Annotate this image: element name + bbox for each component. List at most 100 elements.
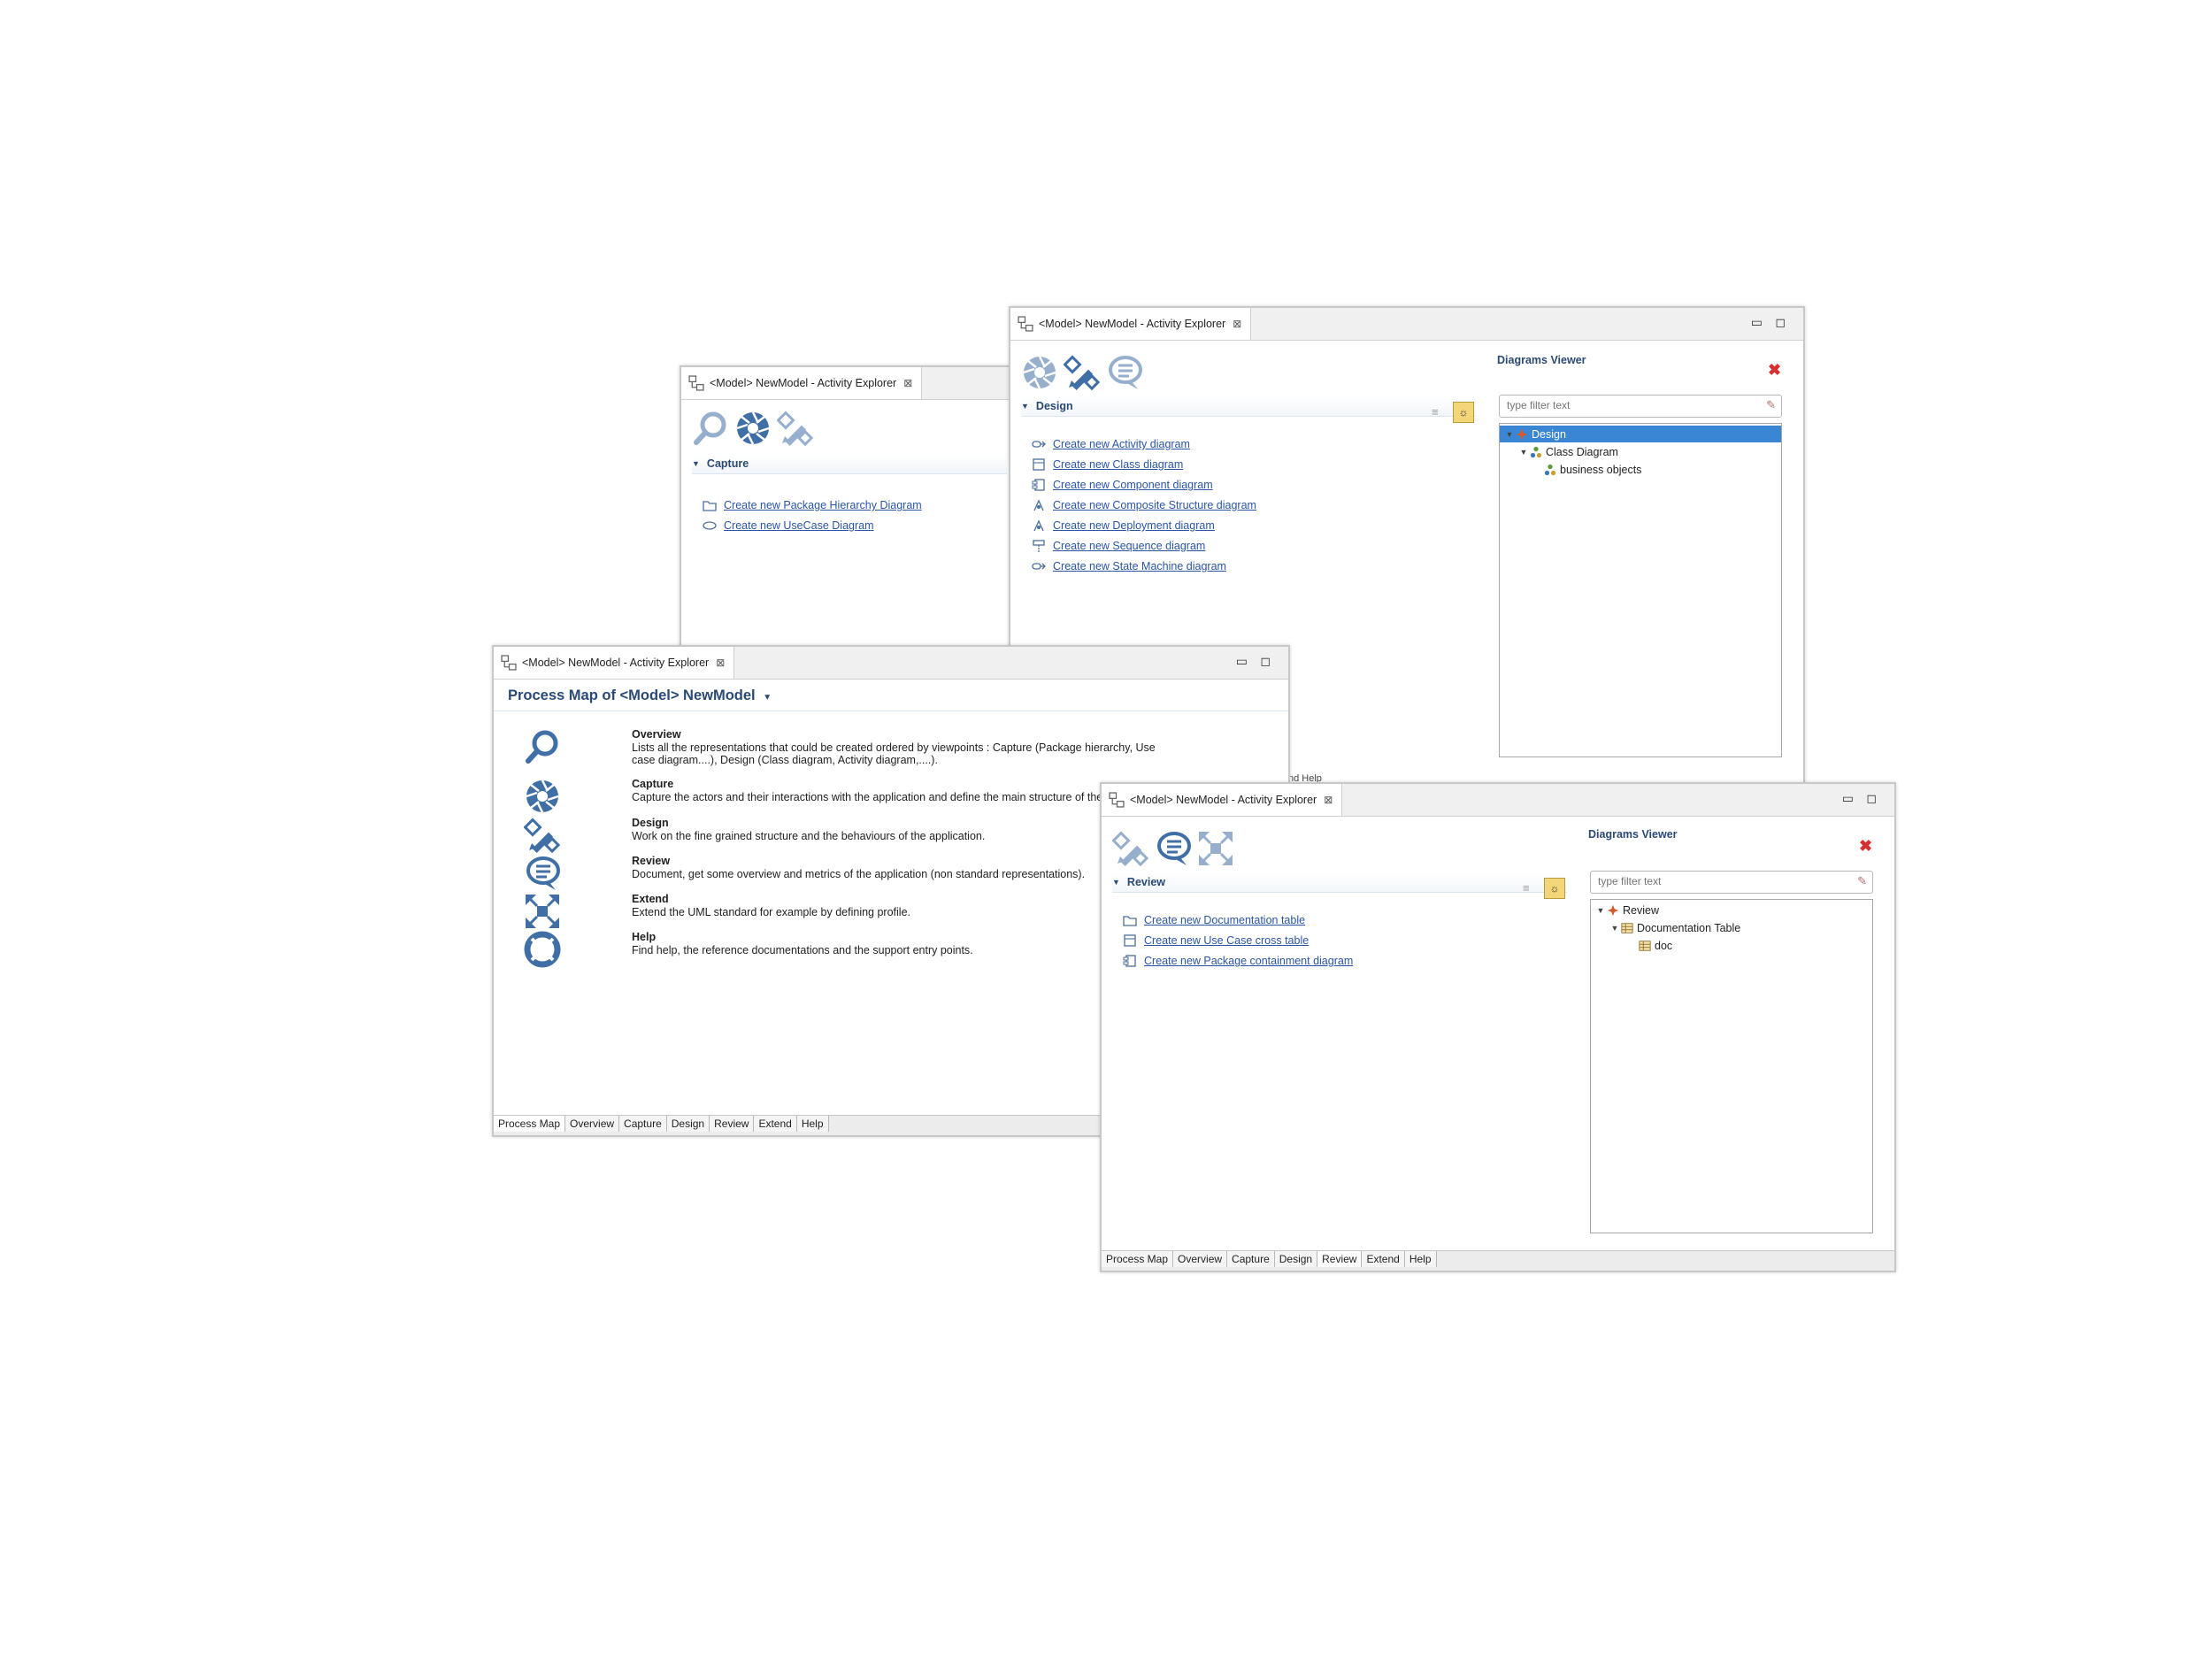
capture-section-header[interactable]: ▼ Capture: [692, 454, 1007, 474]
tab-design[interactable]: Design: [666, 1116, 710, 1132]
maximize-icon[interactable]: ◻: [1260, 654, 1271, 669]
capture-editor-tab[interactable]: <Model> NewModel - Activity Explorer ⊠: [681, 367, 923, 399]
close-icon[interactable]: ⊠: [716, 657, 725, 669]
create-usecase-link[interactable]: Create new UseCase Diagram: [724, 519, 874, 532]
aperture-icon[interactable]: [524, 778, 561, 815]
pencil-ruler-icon[interactable]: [524, 817, 561, 854]
capture-link-usecase[interactable]: Create new UseCase Diagram: [703, 518, 874, 533]
create-activity-link[interactable]: Create new Activity diagram: [1053, 438, 1190, 450]
lifebuoy-icon[interactable]: [524, 931, 561, 968]
design-filter-field[interactable]: ✎: [1499, 395, 1782, 418]
maximize-icon[interactable]: ◻: [1775, 315, 1786, 330]
tree-node-class-diagram[interactable]: ▼ Class Diagram: [1500, 443, 1781, 460]
tab-review[interactable]: Review: [1317, 1251, 1363, 1267]
close-icon[interactable]: ⊠: [1233, 318, 1241, 330]
list-view-icon[interactable]: ≡: [1523, 881, 1530, 895]
review-diagram-tree[interactable]: ▼ Review ▼ Documentation Table doc: [1590, 899, 1873, 1233]
review-filter-field[interactable]: ✎: [1590, 871, 1873, 894]
maximize-icon[interactable]: ◻: [1866, 791, 1877, 806]
aperture-icon[interactable]: [734, 410, 772, 447]
review-editor-tab[interactable]: <Model> NewModel - Activity Explorer ⊠: [1102, 784, 1343, 816]
expand-triangle-icon[interactable]: ▼: [1609, 924, 1621, 933]
tab-process-map[interactable]: Process Map: [1102, 1251, 1174, 1267]
design-link-class[interactable]: Create new Class diagram: [1032, 457, 1183, 472]
minimize-icon[interactable]: ▭: [1842, 791, 1854, 806]
tab-capture[interactable]: Capture: [1227, 1251, 1275, 1267]
magnifier-icon[interactable]: [692, 410, 729, 447]
list-view-icon[interactable]: ≡: [1432, 405, 1439, 419]
tree-node-review[interactable]: ▼ Review: [1591, 902, 1872, 918]
review-link-package-containment[interactable]: Create new Package containment diagram: [1123, 954, 1353, 968]
design-link-sequence[interactable]: Create new Sequence diagram: [1032, 539, 1205, 553]
process-item-overview[interactable]: Overview Lists all the representations t…: [524, 728, 1279, 767]
design-link-deployment[interactable]: Create new Deployment diagram: [1032, 518, 1215, 533]
close-viewer-icon[interactable]: ✖: [1859, 837, 1872, 856]
tab-overview[interactable]: Overview: [565, 1116, 620, 1132]
tree-node-business-objects[interactable]: business objects: [1500, 461, 1781, 478]
design-section-header[interactable]: ▼ Design: [1021, 396, 1476, 417]
chevron-down-icon[interactable]: ▼: [763, 693, 772, 703]
expand-triangle-icon[interactable]: ▼: [1517, 448, 1530, 457]
tab-help[interactable]: Help: [796, 1116, 829, 1132]
aperture-icon[interactable]: [1021, 354, 1058, 391]
create-sequence-link[interactable]: Create new Sequence diagram: [1053, 540, 1205, 552]
tree-node-design[interactable]: ▼ Design: [1500, 426, 1781, 442]
create-usecase-cross-table-link[interactable]: Create new Use Case cross table: [1144, 934, 1309, 947]
tree-node-doc[interactable]: doc: [1591, 937, 1872, 954]
expand-arrows-icon[interactable]: [1197, 830, 1234, 867]
tab-capture[interactable]: Capture: [619, 1116, 667, 1132]
create-composite-link[interactable]: Create new Composite Structure diagram: [1053, 499, 1256, 511]
clear-filter-icon[interactable]: ✎: [1766, 398, 1776, 412]
create-statemachine-link[interactable]: Create new State Machine diagram: [1053, 560, 1226, 572]
magnifier-icon[interactable]: [524, 728, 561, 765]
design-diagram-tree[interactable]: ▼ Design ▼ Class Diagram business object…: [1499, 423, 1782, 757]
design-editor-tab[interactable]: <Model> NewModel - Activity Explorer ⊠: [1010, 308, 1252, 340]
review-section-header[interactable]: ▼ Review: [1112, 872, 1567, 893]
speech-bubble-icon[interactable]: [524, 855, 561, 892]
close-viewer-icon[interactable]: ✖: [1768, 361, 1781, 380]
speech-bubble-icon[interactable]: [1106, 354, 1143, 391]
capture-link-package-hierarchy[interactable]: Create new Package Hierarchy Diagram: [703, 498, 922, 512]
tab-extend[interactable]: Extend: [754, 1116, 797, 1132]
tree-node-documentation-table[interactable]: ▼ Documentation Table: [1591, 919, 1872, 936]
tab-overview[interactable]: Overview: [1173, 1251, 1228, 1267]
design-link-activity[interactable]: Create new Activity diagram: [1032, 437, 1190, 451]
create-deployment-link[interactable]: Create new Deployment diagram: [1053, 519, 1215, 532]
collapse-triangle-icon[interactable]: ▼: [692, 459, 700, 468]
minimize-icon[interactable]: ▭: [1236, 654, 1248, 669]
filter-toggle-icon[interactable]: ☼: [1544, 878, 1565, 899]
expand-arrows-icon[interactable]: [524, 893, 561, 930]
review-link-usecase-cross[interactable]: Create new Use Case cross table: [1123, 933, 1309, 948]
create-package-hierarchy-link[interactable]: Create new Package Hierarchy Diagram: [724, 499, 922, 511]
expand-triangle-icon[interactable]: ▼: [1503, 430, 1516, 439]
create-component-link[interactable]: Create new Component diagram: [1053, 479, 1213, 491]
filter-toggle-icon[interactable]: ☼: [1453, 402, 1474, 423]
create-documentation-table-link[interactable]: Create new Documentation table: [1144, 914, 1305, 926]
create-package-containment-link[interactable]: Create new Package containment diagram: [1144, 955, 1353, 967]
create-class-link[interactable]: Create new Class diagram: [1053, 458, 1183, 471]
collapse-triangle-icon[interactable]: ▼: [1021, 402, 1029, 411]
review-link-documentation[interactable]: Create new Documentation table: [1123, 913, 1305, 927]
pencil-ruler-icon[interactable]: [1112, 830, 1149, 867]
design-link-statemachine[interactable]: Create new State Machine diagram: [1032, 559, 1226, 573]
speech-bubble-icon[interactable]: [1155, 830, 1192, 867]
clear-filter-icon[interactable]: ✎: [1857, 874, 1867, 888]
tab-process-map[interactable]: Process Map: [494, 1116, 566, 1132]
tab-extend[interactable]: Extend: [1362, 1251, 1405, 1267]
process-map-title[interactable]: Process Map of <Model> NewModel ▼: [508, 687, 772, 704]
tab-help[interactable]: Help: [1404, 1251, 1437, 1267]
process-editor-tab[interactable]: <Model> NewModel - Activity Explorer ⊠: [494, 647, 735, 679]
tab-design[interactable]: Design: [1274, 1251, 1318, 1267]
pencil-ruler-icon[interactable]: [777, 410, 814, 447]
minimize-icon[interactable]: ▭: [1751, 315, 1763, 330]
expand-triangle-icon[interactable]: ▼: [1594, 906, 1607, 915]
close-icon[interactable]: ⊠: [903, 377, 912, 389]
review-filter-input[interactable]: [1591, 872, 1831, 891]
pencil-ruler-icon[interactable]: [1064, 354, 1101, 391]
close-icon[interactable]: ⊠: [1324, 794, 1333, 806]
design-link-component[interactable]: Create new Component diagram: [1032, 478, 1213, 492]
design-link-composite[interactable]: Create new Composite Structure diagram: [1032, 498, 1256, 512]
tab-review[interactable]: Review: [710, 1116, 755, 1132]
collapse-triangle-icon[interactable]: ▼: [1112, 878, 1120, 887]
design-filter-input[interactable]: [1500, 396, 1740, 415]
